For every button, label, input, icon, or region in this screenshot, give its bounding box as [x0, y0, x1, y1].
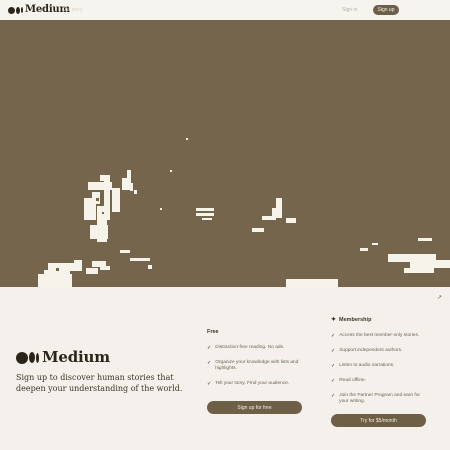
medium-logo-icon	[8, 6, 23, 14]
check-icon: ✓	[207, 345, 212, 351]
brand-logo-text: Medium	[42, 348, 110, 366]
list-item: ✓ Join the Partner Program and earn for y…	[331, 393, 426, 405]
sign-in-link[interactable]: Sign in	[342, 7, 357, 13]
check-icon: ✓	[207, 381, 212, 387]
try-membership-button[interactable]: Try for $5/month	[331, 414, 426, 427]
feature-text: Distraction-free reading. No ads.	[215, 345, 285, 350]
top-navigation-bar: Medium Our story Sign in Sign up	[0, 0, 450, 20]
feature-text: Read offline.	[339, 378, 367, 383]
our-story-link[interactable]: Our story	[62, 7, 83, 13]
star-icon: ✦	[331, 317, 337, 323]
free-plan-title: Free	[207, 329, 299, 335]
list-item: ✓ Listen to audio narrations.	[331, 363, 426, 369]
list-item: ✓ Tell your story. Find your audience.	[207, 381, 299, 387]
feature-text: Organize your knowledge with lists and h…	[215, 360, 299, 371]
check-icon: ✓	[331, 363, 336, 369]
feature-text: Join the Partner Program and earn for yo…	[339, 393, 420, 404]
check-icon: ✓	[331, 378, 336, 384]
medium-logo-icon	[16, 351, 39, 364]
membership-plan: ✦ Membership ✓ Access the best member-onl…	[331, 316, 426, 414]
check-icon: ✓	[331, 348, 336, 354]
list-item: ✓ Distraction-free reading. No ads.	[207, 345, 299, 351]
membership-plan-title-text: Membership	[339, 316, 372, 323]
list-item: ✓ Organize your knowledge with lists and …	[207, 360, 299, 372]
feature-text: Support independent authors.	[339, 348, 403, 353]
hero-image	[0, 20, 450, 287]
list-item: ✓ Read offline.	[331, 378, 426, 384]
medium-logo[interactable]: Medium	[8, 5, 70, 15]
free-plan: Free ✓ Distraction-free reading. No ads. …	[207, 329, 299, 396]
tagline: Sign up to discover human stories that d…	[16, 373, 183, 393]
sign-up-button[interactable]: Sign up	[373, 5, 399, 15]
sign-up-free-button[interactable]: Sign up for free	[207, 401, 302, 414]
feature-text: Listen to audio narrations.	[339, 363, 395, 368]
list-item: ✓ Support independent authors.	[331, 348, 426, 354]
night-street-photo	[0, 20, 450, 287]
check-icon: ✓	[331, 333, 336, 339]
check-icon: ✓	[331, 393, 336, 399]
brand-logo: Medium	[16, 350, 110, 365]
feature-text: Tell your story. Find your audience.	[215, 381, 290, 386]
free-plan-features: ✓ Distraction-free reading. No ads. ✓ Orga…	[207, 345, 299, 387]
membership-plan-features: ✓ Access the best member-only stories. ✓ S…	[331, 333, 426, 405]
membership-plan-title: ✦ Membership	[331, 316, 426, 324]
feature-text: Access the best member-only stories.	[339, 333, 420, 338]
arrow-icon[interactable]: ↗	[437, 294, 442, 301]
free-plan-title-text: Free	[207, 329, 219, 335]
check-icon: ✓	[207, 360, 212, 366]
list-item: ✓ Access the best member-only stories.	[331, 333, 426, 339]
